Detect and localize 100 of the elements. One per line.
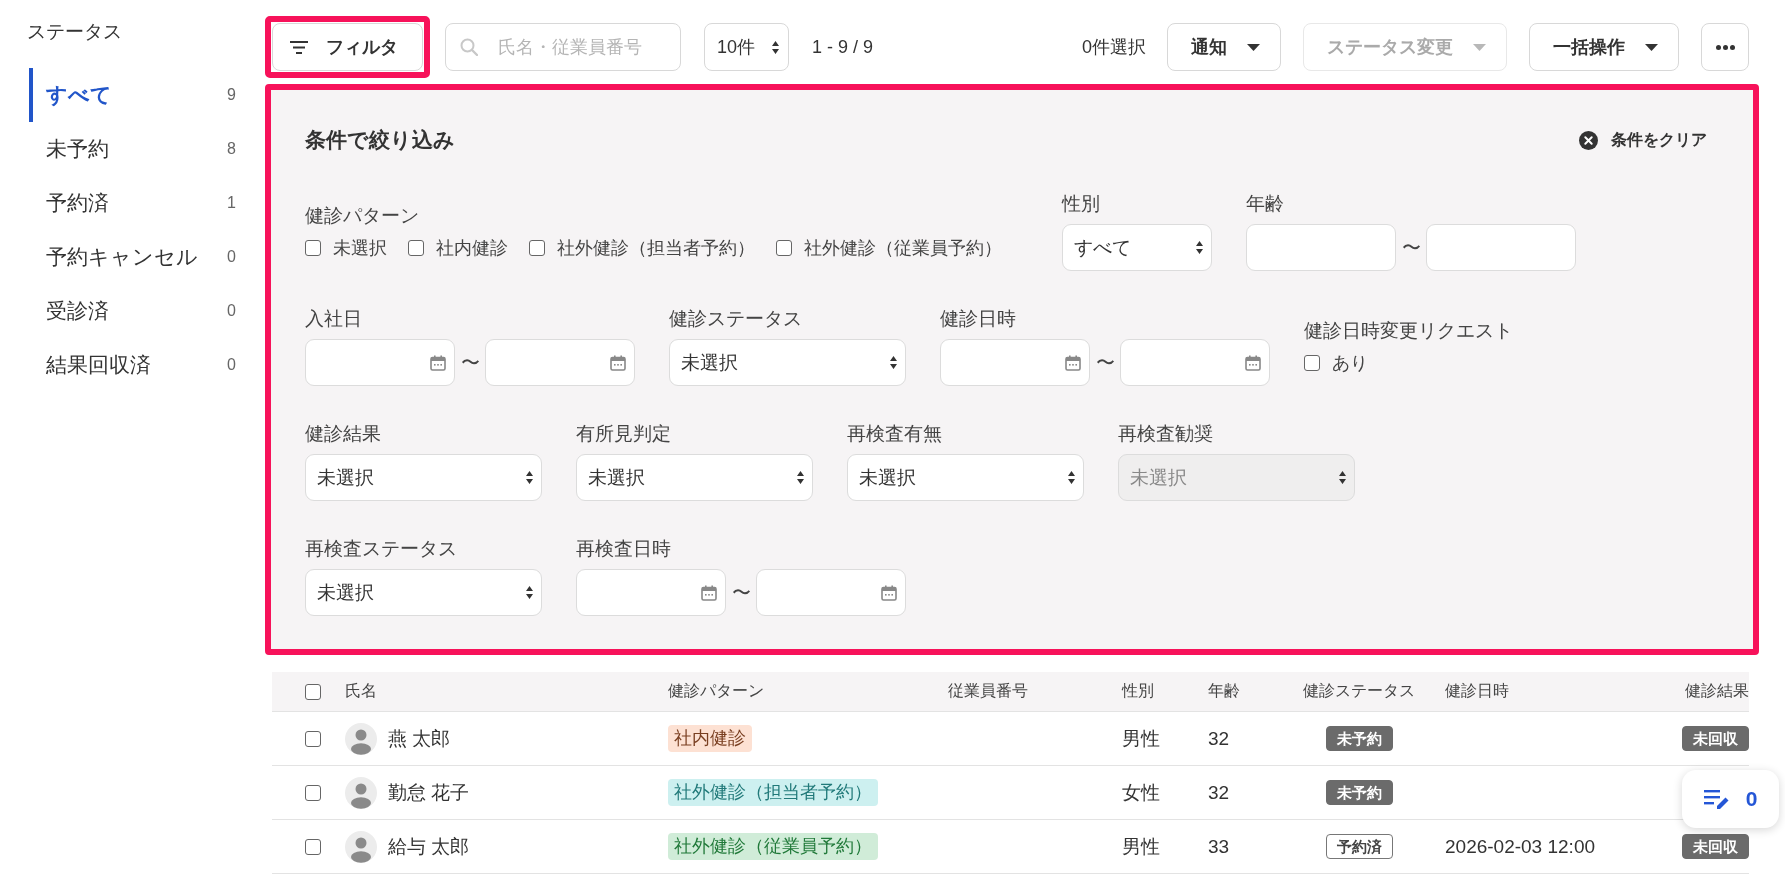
more-button[interactable] [1701, 23, 1749, 71]
table-cell: 2026-02-03 12:00 [1445, 835, 1595, 858]
select-field[interactable]: 未選択 [305, 569, 542, 616]
date-field[interactable] [576, 569, 726, 616]
sidebar-item[interactable]: 結果回収済 0 [29, 338, 236, 392]
date-field[interactable] [940, 339, 1090, 386]
select-field[interactable]: すべて [1062, 224, 1212, 271]
sidebar-title: ステータス [27, 20, 122, 44]
item-count: 9 [227, 86, 236, 104]
checkbox[interactable] [305, 239, 321, 256]
select-field[interactable]: 未選択 [576, 454, 813, 501]
calendar-icon [1245, 354, 1261, 371]
floating-button[interactable]: 0 [1682, 770, 1779, 828]
field-label: 有所見判定 [576, 422, 671, 446]
result-badge: 未回収 [1682, 834, 1749, 859]
column-header: 従業員番号 [948, 681, 1028, 701]
field-label: 入社日 [305, 307, 362, 331]
field-label: 健診日時 [940, 307, 1016, 331]
updown-arrows-icon [526, 586, 533, 599]
panel-title: 条件で絞り込み [305, 127, 455, 153]
calendar-icon [881, 584, 897, 601]
employee-name: 燕 太郎 [388, 726, 451, 751]
employee-name: 勤怠 花子 [388, 780, 470, 805]
date-field[interactable] [756, 569, 906, 616]
clear-button[interactable]: 条件をクリア [1579, 129, 1707, 151]
select-field[interactable]: 未選択 [669, 339, 906, 386]
checkbox-label[interactable]: 社内健診 [436, 235, 508, 260]
column-header: 年齢 [1208, 681, 1240, 701]
status-badge: 予約済 [1325, 834, 1393, 859]
checkbox[interactable] [305, 784, 321, 801]
table-cell: 33 [1208, 835, 1230, 858]
column-header: 健診日時 [1445, 681, 1509, 701]
caret-icon [1645, 43, 1658, 51]
checkbox-label[interactable]: 未選択 [333, 235, 387, 260]
field-label: 再検査有無 [847, 422, 942, 446]
page-size-select[interactable]: 10件 [704, 23, 789, 71]
updown-arrows-icon [1339, 471, 1346, 484]
item-count: 0 [227, 302, 236, 320]
field-label: 再検査日時 [576, 537, 671, 561]
caret-icon [1247, 43, 1260, 51]
checkbox-label[interactable]: 社外健診（従業員予約） [804, 235, 1002, 260]
avatar-icon [345, 776, 377, 809]
checkbox[interactable] [305, 838, 321, 855]
column-header: 健診ステータス [1303, 681, 1415, 701]
sidebar-item[interactable]: すべて 9 [29, 68, 236, 122]
checkbox[interactable] [408, 239, 424, 256]
date-field[interactable] [305, 339, 455, 386]
checkbox[interactable] [1304, 354, 1320, 371]
column-header: 健診パターン [668, 681, 764, 701]
sidebar-item[interactable]: 受診済 0 [29, 284, 236, 338]
field-label: 健診パターン [305, 203, 419, 228]
selection-count: 0件選択 [1082, 36, 1146, 59]
date-field[interactable] [1120, 339, 1270, 386]
calendar-icon [1065, 354, 1081, 371]
status-badge: 未予約 [1325, 780, 1393, 805]
field-label: 再検査勧奨 [1118, 422, 1213, 446]
dropdown-button[interactable]: 一括操作 [1529, 23, 1679, 71]
checkbox[interactable] [776, 239, 792, 256]
date-field[interactable] [485, 339, 635, 386]
more-icon [1715, 44, 1735, 50]
range-separator: 〜 [730, 580, 752, 605]
number-field[interactable] [1426, 224, 1576, 271]
updown-arrows-icon [890, 356, 897, 369]
result-badge: 未回収 [1682, 726, 1749, 751]
employee-name: 給与 太郎 [388, 834, 470, 859]
checkbox-label[interactable]: あり [1332, 350, 1368, 375]
checkbox[interactable] [305, 683, 321, 700]
field-label: 健診日時変更リクエスト [1304, 318, 1513, 343]
range-separator: 〜 [1094, 350, 1116, 375]
item-count: 0 [227, 356, 236, 374]
filter-button[interactable]: フィルタ [272, 23, 423, 71]
table-cell: 32 [1208, 781, 1230, 804]
pattern-tag: 社内健診 [668, 725, 752, 752]
select-field[interactable]: 未選択 [305, 454, 542, 501]
table-cell-text: 女性 [1122, 780, 1160, 805]
checkbox[interactable] [305, 730, 321, 747]
select-field[interactable]: 未選択 [847, 454, 1084, 501]
close-icon [1579, 130, 1598, 150]
updown-arrows-icon [772, 40, 779, 54]
column-header: 性別 [1122, 681, 1154, 701]
table-cell-text: 男性 [1122, 834, 1160, 859]
sidebar-item[interactable]: 予約済 1 [29, 176, 236, 230]
column-header: 健診結果 [1685, 681, 1749, 701]
range-separator: 〜 [459, 350, 481, 375]
column-header: 氏名 [345, 681, 377, 701]
updown-arrows-icon [1196, 241, 1203, 254]
field-label: 再検査ステータス [305, 537, 457, 561]
checkbox-label[interactable]: 社外健診（担当者予約） [557, 235, 755, 260]
pattern-tag: 社外健診（担当者予約） [668, 779, 878, 806]
search-field[interactable]: 氏名・従業員番号 [445, 23, 681, 71]
calendar-icon [430, 354, 446, 371]
sidebar-item[interactable]: 未予約 8 [29, 122, 236, 176]
sidebar-item[interactable]: 予約キャンセル 0 [29, 230, 236, 284]
item-count: 8 [227, 140, 236, 158]
field-label: 性別 [1062, 192, 1100, 216]
number-field[interactable] [1246, 224, 1396, 271]
checkbox[interactable] [529, 239, 545, 256]
list-pencil-icon [1703, 789, 1730, 809]
search-icon [460, 38, 478, 56]
dropdown-button[interactable]: 通知 [1167, 23, 1281, 71]
